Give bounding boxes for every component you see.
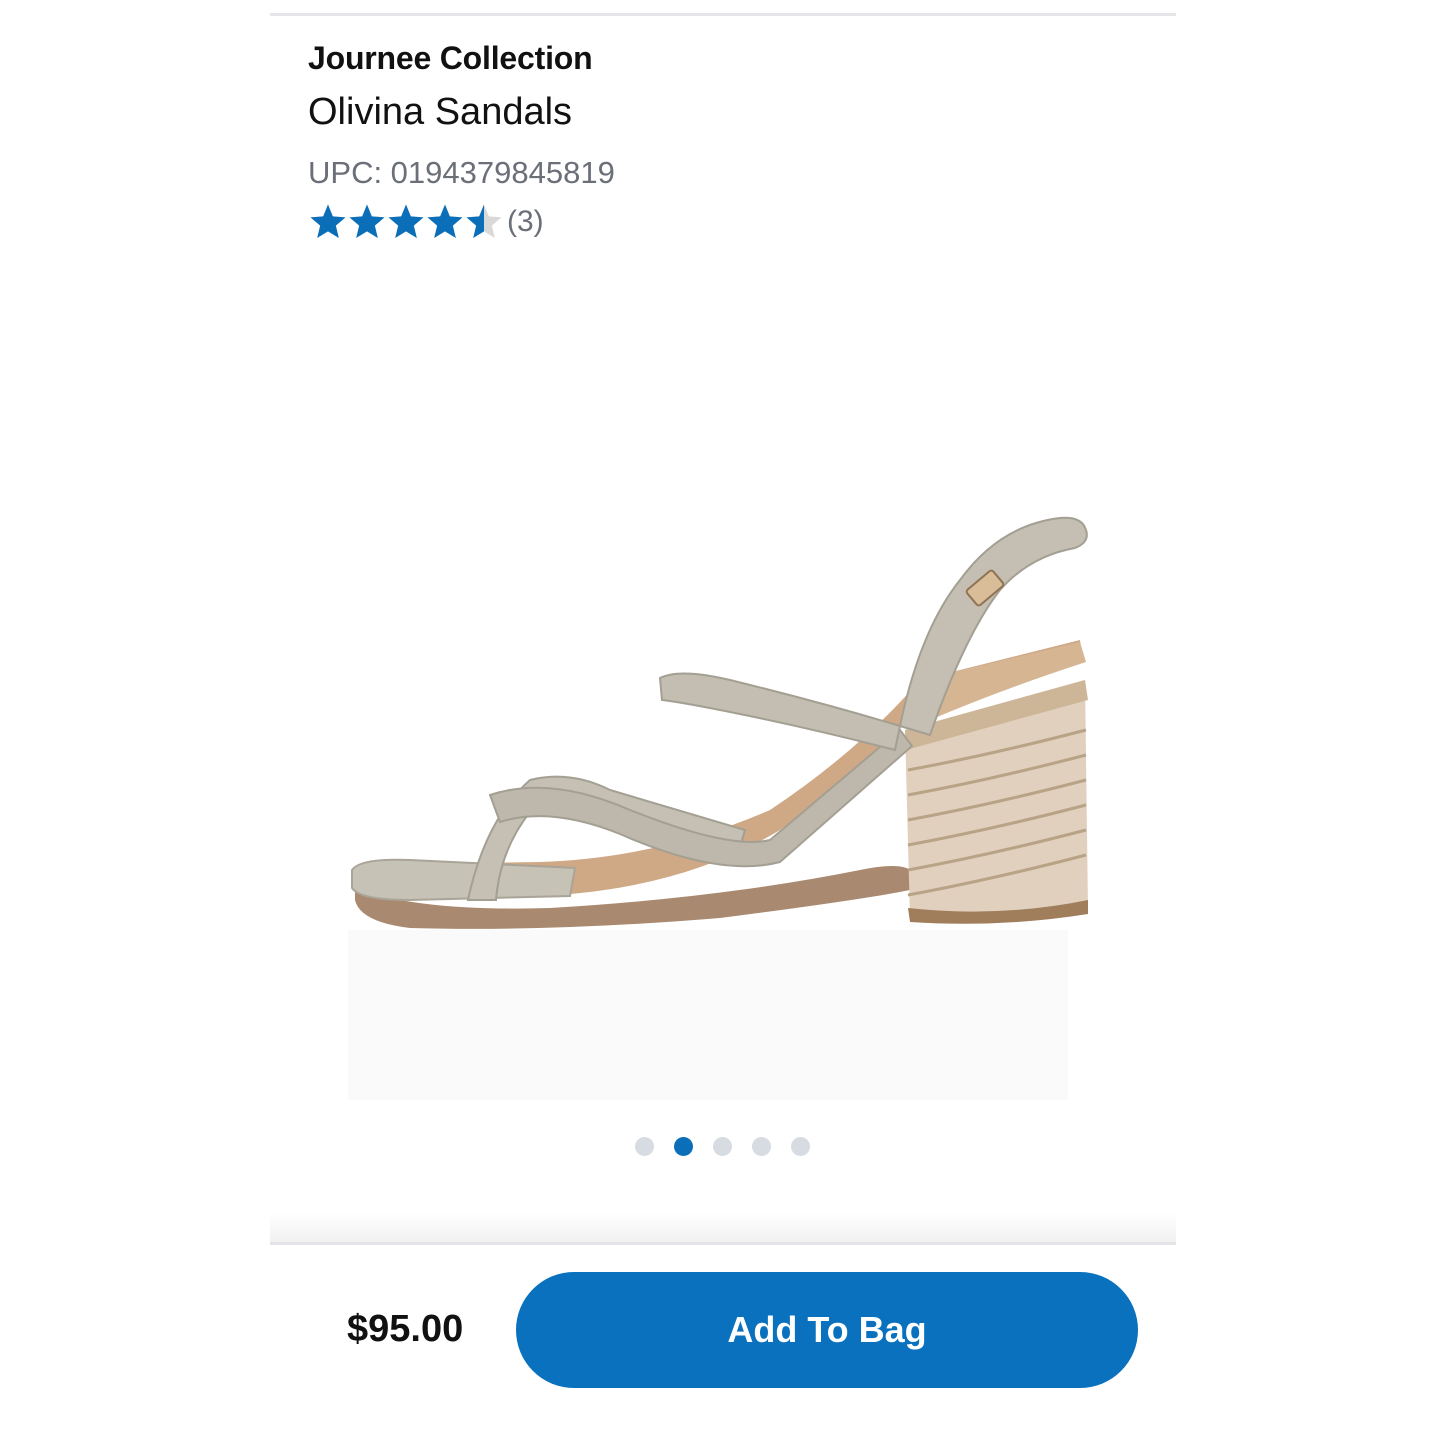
carousel-dot[interactable]	[752, 1137, 771, 1156]
upc-code: UPC: 0194379845819	[308, 155, 615, 190]
purchase-bar: $95.00 Add To Bag	[270, 1245, 1176, 1425]
star-icon	[386, 202, 426, 242]
product-image[interactable]	[300, 430, 1150, 1110]
carousel-dot[interactable]	[635, 1137, 654, 1156]
review-count[interactable]: (3)	[507, 205, 544, 239]
sandal-image	[348, 516, 1088, 1100]
star-icon	[464, 202, 504, 242]
add-to-bag-button[interactable]: Add To Bag	[516, 1272, 1138, 1388]
top-divider	[270, 13, 1176, 16]
product-title: Olivina Sandals	[308, 91, 573, 133]
carousel-dot[interactable]	[713, 1137, 732, 1156]
price: $95.00	[347, 1308, 464, 1350]
brand-name[interactable]: Journee Collection	[308, 38, 1168, 78]
bottom-bar-shadow	[270, 1212, 1176, 1244]
star-icon	[308, 202, 348, 242]
carousel-dot[interactable]	[674, 1137, 693, 1156]
star-icon	[425, 202, 465, 242]
star-rating	[308, 202, 503, 242]
carousel-dot[interactable]	[791, 1137, 810, 1156]
rating-summary[interactable]: (3)	[308, 200, 1168, 244]
product-header: Journee Collection Olivina Sandals UPC: …	[308, 38, 1168, 244]
star-icon	[347, 202, 387, 242]
carousel-pagination	[0, 1137, 1445, 1156]
